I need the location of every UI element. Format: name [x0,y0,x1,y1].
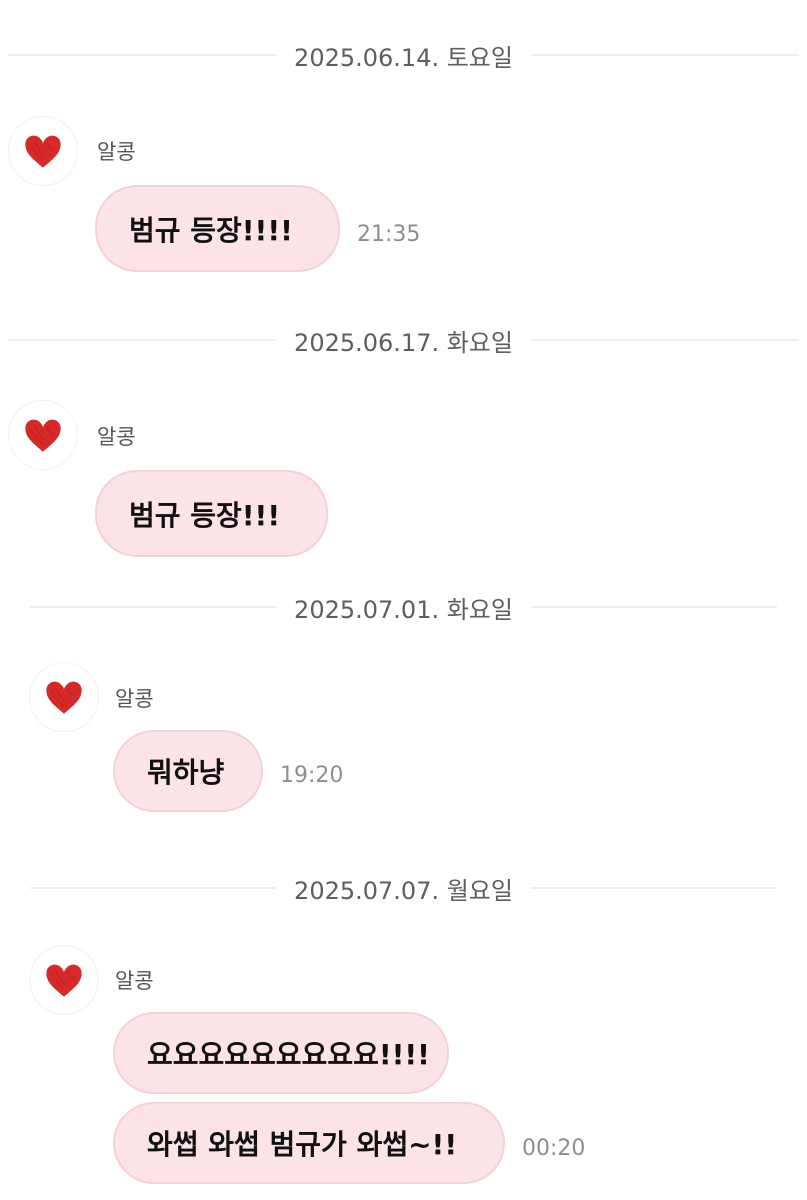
divider-line [8,339,277,341]
date-label: 2025.06.17. 화요일 [294,328,513,357]
heart-icon [46,964,82,997]
date-label: 2025.07.07. 월요일 [294,876,513,905]
sender-avatar[interactable] [8,116,78,186]
sender-avatar[interactable] [8,400,78,470]
date-divider: 2025.07.07. 월요일 [30,873,778,905]
message-time: 00:20 [522,1136,586,1161]
divider-line [530,887,778,889]
message-bubble[interactable]: 요요요요요요요요요!!!! [113,1012,449,1094]
sender-name: 알콩 [97,425,136,449]
divider-line [530,54,800,56]
message-bubble[interactable]: 와썹 와썹 범규가 와썹~!! [113,1102,505,1184]
message-bubble[interactable]: 뭐하냥 [113,730,263,812]
heart-icon [25,135,61,168]
divider-line [530,339,800,341]
sender-avatar[interactable] [29,945,99,1015]
date-divider: 2025.07.01. 화요일 [30,592,778,624]
date-divider: 2025.06.14. 토요일 [8,40,800,72]
divider-line [530,606,778,608]
divider-line [30,887,277,889]
heart-icon [46,681,82,714]
date-label: 2025.06.14. 토요일 [294,43,513,72]
heart-icon [25,419,61,452]
sender-name: 알콩 [115,969,154,993]
sender-name: 알콩 [115,687,154,711]
divider-line [8,54,277,56]
sender-name: 알콩 [97,140,136,164]
message-bubble[interactable]: 범규 등장!!! [95,470,328,557]
sender-avatar[interactable] [29,662,99,732]
date-divider: 2025.06.17. 화요일 [8,325,800,357]
divider-line [30,606,277,608]
message-time: 21:35 [357,222,421,247]
date-label: 2025.07.01. 화요일 [294,595,513,624]
message-bubble[interactable]: 범규 등장!!!! [95,185,340,272]
message-time: 19:20 [280,763,344,788]
